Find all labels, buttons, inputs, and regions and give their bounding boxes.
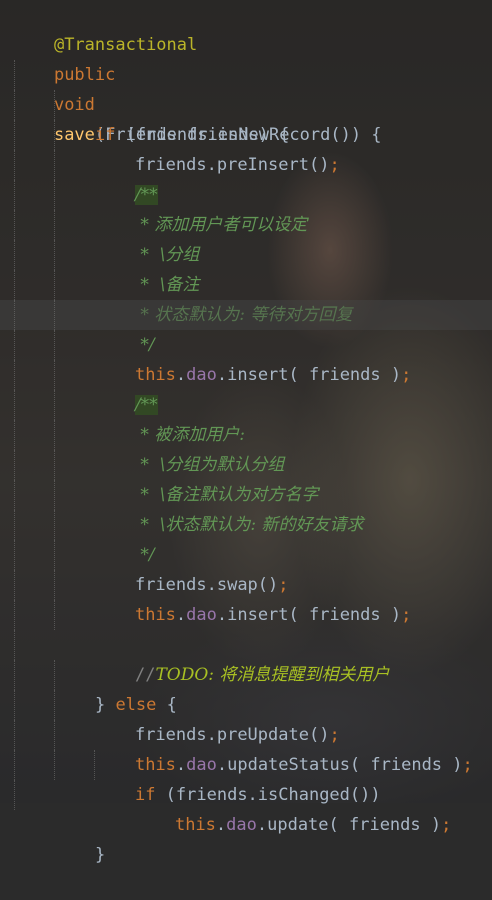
comment-line[interactable]: * \分组 (0, 180, 492, 265)
indent-guide (54, 240, 55, 270)
indent-guide (54, 120, 55, 150)
code-line-pre-insert[interactable]: friends.preInsert(); (0, 90, 492, 175)
indent-guide (54, 600, 55, 630)
indent-guide (54, 420, 55, 450)
comment-line[interactable]: */ (0, 480, 492, 565)
indent-guide (54, 720, 55, 750)
code-line-swap[interactable]: friends.swap(); (0, 510, 492, 595)
indent-guide (54, 330, 55, 360)
code-line-insert-current[interactable]: this.dao.insert( friends ); (0, 300, 492, 385)
indent-guide (14, 480, 15, 510)
indent-guide (14, 750, 15, 780)
indent-guide (14, 450, 15, 480)
indent-guide (14, 390, 15, 420)
indent-guide (14, 600, 15, 630)
indent-guide (94, 750, 95, 780)
indent-guide (54, 390, 55, 420)
indent-guide (14, 690, 15, 720)
comment-line[interactable]: * 添加用户者可以设定 (0, 150, 492, 235)
indent-guide (54, 690, 55, 720)
code-line-if-changed[interactable]: if (friends.isChanged()) (0, 720, 492, 805)
code-line-else[interactable]: } else { (0, 630, 492, 715)
comment-line[interactable]: * \分组为默认分组 (0, 390, 492, 475)
field-dao: dao (226, 815, 257, 835)
code-line-update-status[interactable]: this.dao.updateStatus( friends ); (0, 690, 492, 775)
closing-brace: } (94, 845, 106, 865)
comment-line[interactable]: /** (0, 120, 492, 205)
indent-guide (14, 420, 15, 450)
code-line-method-signature[interactable]: public void save(Friends friends) { (0, 30, 492, 145)
code-line-update[interactable]: this.dao.update( friends ); (0, 750, 492, 835)
indent-guide (54, 180, 55, 210)
indent-guide (14, 90, 15, 120)
keyword-this: this (174, 815, 216, 835)
indent-guide (54, 150, 55, 180)
indent-guide (14, 330, 15, 360)
comment-line[interactable]: * \备注默认为对方名字 (0, 420, 492, 505)
indent-guide (54, 360, 55, 390)
indent-guide (14, 540, 15, 570)
indent-guide (14, 120, 15, 150)
code-line-blank[interactable] (0, 570, 492, 600)
indent-guide (14, 300, 15, 330)
indent-guide (54, 750, 55, 780)
indent-guide (54, 480, 55, 510)
comment-line[interactable]: /** (0, 330, 492, 415)
indent-guide (54, 270, 55, 300)
comment-line[interactable]: * 被添加用户: (0, 360, 492, 445)
indent-guide (14, 270, 15, 300)
indent-guide (14, 660, 15, 690)
code-line-close-brace[interactable]: } (0, 780, 492, 865)
indent-guide (14, 780, 15, 810)
indent-guide (54, 90, 55, 120)
indent-guide (14, 180, 15, 210)
code-line-todo[interactable]: //TODO: 将消息提醒到相关用户 (0, 600, 492, 685)
comment-line[interactable]: */ (0, 270, 492, 355)
indent-guide (14, 510, 15, 540)
indent-guide (14, 360, 15, 390)
indent-guide (14, 240, 15, 270)
code-editor[interactable]: @Transactional public void save(Friends … (0, 0, 492, 865)
comment-line[interactable]: * \状态默认为: 新的好友请求 (0, 450, 492, 535)
indent-guide (54, 510, 55, 540)
indent-guide (14, 150, 15, 180)
comment-line[interactable]: * 状态默认为: 等待对方回复 (0, 240, 492, 325)
indent-guide (54, 450, 55, 480)
indent-guide (14, 570, 15, 600)
indent-guide (14, 720, 15, 750)
indent-guide (54, 570, 55, 600)
indent-guide (54, 210, 55, 240)
code-line-if-new-record[interactable]: if (friends.isNewRecord()) { (0, 60, 492, 145)
indent-guide (14, 630, 15, 660)
indent-guide (14, 60, 15, 90)
code-line-annotation[interactable]: @Transactional (0, 0, 492, 55)
comment-line[interactable]: * \备注 (0, 210, 492, 295)
indent-guide (54, 540, 55, 570)
code-line-insert[interactable]: this.dao.insert( friends ); (0, 540, 492, 625)
code-line-pre-update[interactable]: friends.preUpdate(); (0, 660, 492, 745)
indent-guide (54, 300, 55, 330)
indent-guide (54, 660, 55, 690)
indent-guide (14, 210, 15, 240)
